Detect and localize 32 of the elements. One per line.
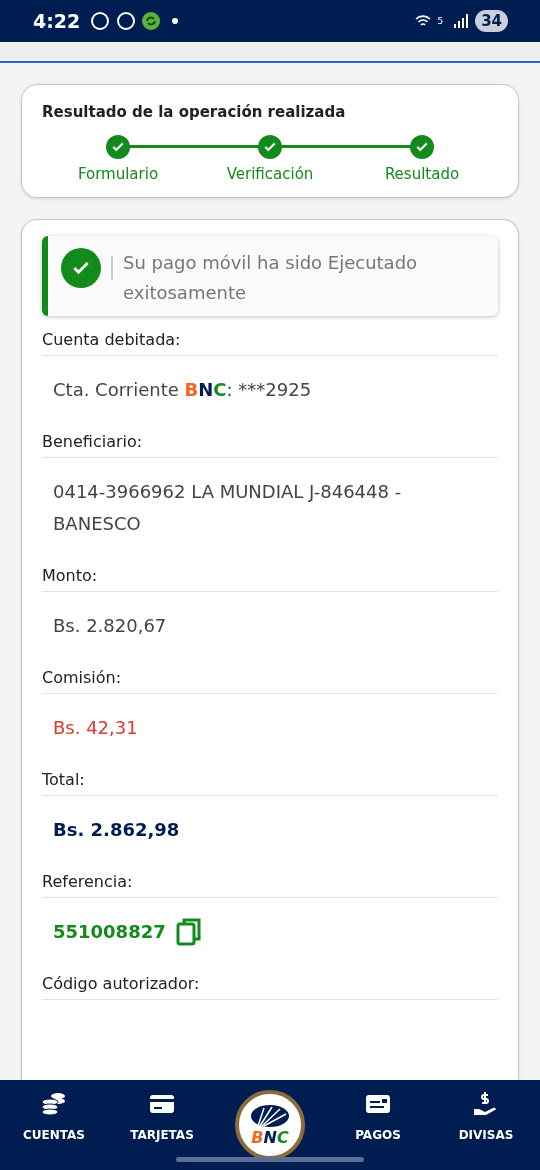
check-circle-icon: [61, 248, 101, 288]
wifi-speed-label: 5: [437, 16, 444, 26]
field-value: Bs. 42,31: [53, 716, 138, 740]
battery-level: 34: [475, 10, 508, 32]
field-label: Total:: [42, 756, 498, 796]
progress-title: Resultado de la operación realizada: [42, 103, 347, 121]
field-label: Beneficiario:: [42, 418, 498, 458]
field-label: Monto:: [42, 552, 498, 592]
step-label: Formulario: [77, 165, 159, 183]
copy-icon[interactable]: [175, 917, 202, 947]
id-card-icon: [365, 1094, 391, 1114]
sync-icon: [142, 12, 161, 30]
status-time: 4:22: [33, 10, 81, 32]
field-value: 551008827: [53, 920, 166, 944]
bank-logo[interactable]: BNC: [235, 1090, 305, 1160]
step-label: Verificación: [226, 165, 314, 183]
field-value: 0414-3966962 LA MUNDIAL J-846448 - BANESCO: [53, 480, 403, 536]
field-value: Bs. 2.820,67: [53, 614, 167, 638]
credit-card-icon: [149, 1094, 175, 1114]
field-value: Cta. Corriente BNC: ***2925: [53, 378, 312, 402]
field-label: Comisión:: [42, 654, 498, 694]
field-label: Código autorizador:: [42, 960, 498, 1000]
field-value: Bs. 2.862,98: [53, 818, 180, 842]
coins-icon: [41, 1092, 67, 1116]
signal-icon: [453, 13, 470, 29]
alert-message: Su pago móvil ha sido Ejecutado exitosamente: [123, 251, 419, 305]
field-label: Referencia:: [42, 858, 498, 898]
wifi-icon: [415, 14, 432, 28]
step-label: Resultado: [384, 165, 460, 183]
nav-item[interactable]: DIVISAS: [432, 1080, 540, 1170]
field-label: Cuenta debitada:: [42, 316, 498, 356]
nav-item[interactable]: CUENTAS: [0, 1080, 108, 1170]
